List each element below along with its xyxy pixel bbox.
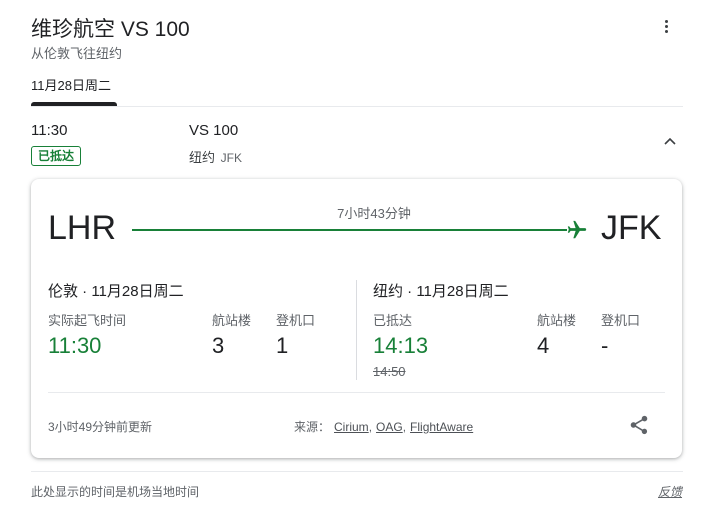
arrival-gate: - xyxy=(601,333,609,358)
arrival-time: 14:13 xyxy=(373,333,429,358)
departure-gate-label: 登机口 xyxy=(276,313,316,328)
arrival-gate-label: 登机口 xyxy=(601,313,641,328)
origin-airport-code: LHR xyxy=(48,209,117,247)
card-divider xyxy=(48,392,665,393)
flight-duration: 7小时43分钟 xyxy=(337,206,411,221)
page-title: 维珍航空 VS 100 xyxy=(31,18,190,41)
last-updated: 3小时49分钟前更新 xyxy=(48,420,153,434)
column-divider xyxy=(356,280,357,380)
departure-gate: 1 xyxy=(276,333,289,358)
departure-terminal-label: 航站楼 xyxy=(212,313,252,328)
summary-destination-code: JFK xyxy=(220,151,242,165)
departure-terminal: 3 xyxy=(212,333,225,358)
data-sources: 来源： Cirium, OAG, FlightAware xyxy=(294,418,473,435)
feedback-link[interactable]: 反馈 xyxy=(658,483,682,500)
route-line xyxy=(132,229,567,231)
arrival-terminal-label: 航站楼 xyxy=(537,313,577,328)
source-separator: , xyxy=(402,420,407,434)
source-link-oag[interactable]: OAG xyxy=(376,420,403,434)
departure-time: 11:30 xyxy=(48,333,102,358)
divider xyxy=(31,106,683,107)
divider xyxy=(31,471,683,472)
arrival-scheduled-time: 14:50 xyxy=(373,364,406,379)
local-time-note: 此处显示的时间是机场当地时间 xyxy=(31,485,200,499)
source-link-cirium[interactable]: Cirium xyxy=(334,420,369,434)
summary-destination: 纽约 JFK xyxy=(189,147,242,166)
departure-city-date: 伦敦 · 11月28日周二 xyxy=(48,283,184,300)
summary-departure-time: 11:30 xyxy=(31,122,68,139)
destination-airport-code: JFK xyxy=(601,209,662,247)
tab-date[interactable]: 11月28日周二 xyxy=(31,75,111,94)
departure-time-label: 实际起飞时间 xyxy=(48,313,127,328)
arrival-time-label: 已抵达 xyxy=(373,313,413,328)
more-options-icon[interactable] xyxy=(657,18,675,38)
arrival-city-date: 纽约 · 11月28日周二 xyxy=(373,283,509,300)
airplane-icon xyxy=(566,219,588,241)
source-link-flightaware[interactable]: FlightAware xyxy=(410,420,473,434)
source-label: 来源： xyxy=(294,420,331,434)
chevron-up-icon[interactable] xyxy=(662,134,678,150)
arrival-terminal: 4 xyxy=(537,333,550,358)
status-badge: 已抵达 xyxy=(31,146,82,166)
source-separator: , xyxy=(368,420,373,434)
summary-flight-number: VS 100 xyxy=(189,122,239,139)
share-icon[interactable] xyxy=(628,414,650,436)
route-subtitle: 从伦敦飞往纽约 xyxy=(31,46,123,61)
flight-detail-card: LHR 7小时43分钟 JFK 伦敦 · 11月28日周二 实际起飞时间 11:… xyxy=(31,179,682,458)
summary-destination-city: 纽约 xyxy=(189,150,216,165)
